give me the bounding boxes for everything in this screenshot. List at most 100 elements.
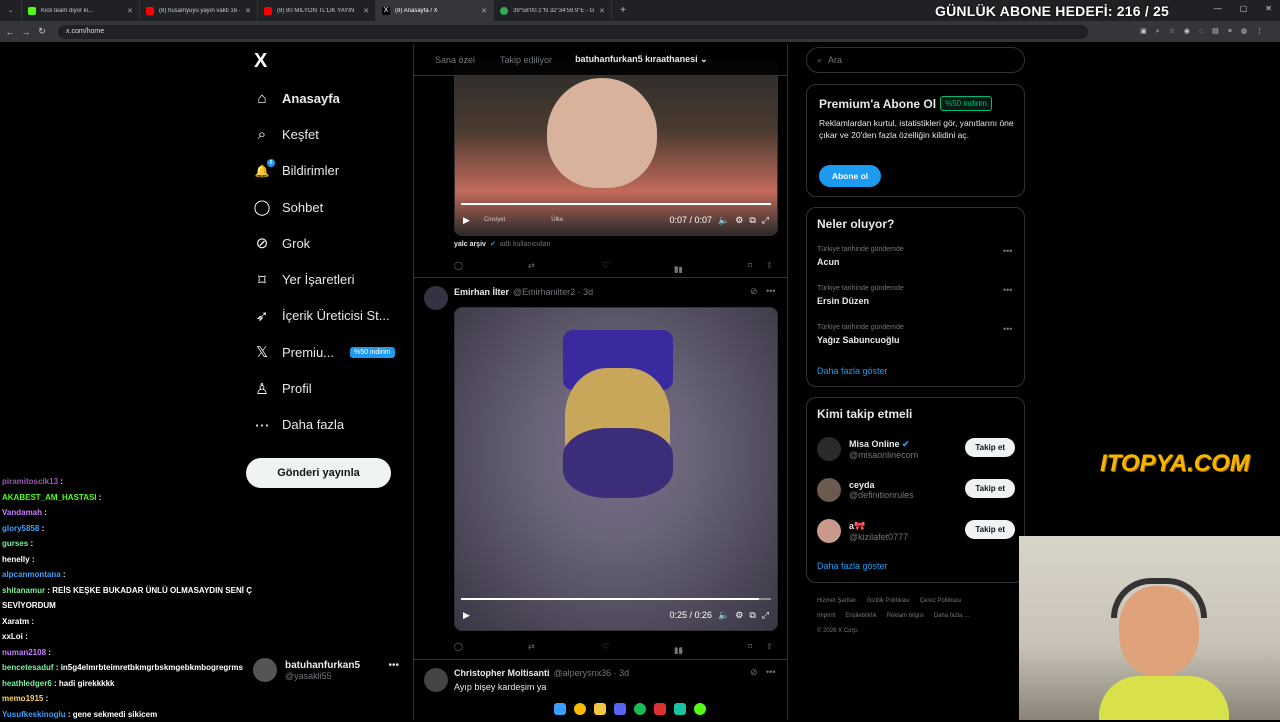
close-icon[interactable]: ✕ xyxy=(245,7,251,15)
extension-icons[interactable]: ▣⌕☆◉◌▤≡◍⋮ xyxy=(1140,27,1272,36)
search-input[interactable]: ⌕Ara xyxy=(806,47,1025,73)
follow-suggestion[interactable]: ceyda@definitionrules Takip et xyxy=(817,475,1015,505)
more-icon[interactable]: ••• xyxy=(1003,246,1012,256)
follow-button[interactable]: Takip et xyxy=(965,438,1015,457)
sidebar-item-creator-studio[interactable]: ➶İçerik Üreticisi St... xyxy=(246,298,416,334)
close-icon[interactable]: ✕ xyxy=(599,7,605,15)
tweet-video[interactable]: ▶ Cinsiyet Ülke 0:07 / 0:07 🔈 ⚙ ⧉ ⤢ xyxy=(454,60,778,236)
tweet-author-handle[interactable]: @Emirhanilter2 · 3d xyxy=(513,287,593,297)
volume-icon[interactable]: 🔈 xyxy=(718,215,729,226)
back-icon[interactable]: ← xyxy=(4,27,16,37)
chrome-icon[interactable] xyxy=(574,703,586,715)
footer-link[interactable]: Çerez Politikası xyxy=(920,598,962,604)
bookmark-icon[interactable]: ⌑ xyxy=(748,261,752,270)
close-icon[interactable]: ✕ xyxy=(127,7,133,15)
app-icon[interactable] xyxy=(674,703,686,715)
footer-link[interactable]: Erişilebilirlik xyxy=(845,613,876,619)
play-icon[interactable]: ▶ xyxy=(463,215,470,226)
settings-icon[interactable]: ⚙ xyxy=(735,215,743,226)
explorer-icon[interactable] xyxy=(594,703,606,715)
maximize-icon[interactable]: ▢ xyxy=(1240,4,1248,13)
like-icon[interactable]: ♡ xyxy=(602,642,609,651)
tab-following[interactable]: Takip ediliyor xyxy=(496,55,573,65)
retweet-icon[interactable]: ⇄ xyxy=(528,261,535,270)
sidebar-item-chat[interactable]: ◯Sohbet xyxy=(246,189,416,225)
close-window-icon[interactable]: ✕ xyxy=(1265,4,1272,13)
pip-icon[interactable]: ⧉ xyxy=(749,215,755,226)
fullscreen-icon[interactable]: ⤢ xyxy=(762,215,769,226)
account-switcher[interactable]: batuhanfurkan5 @yasakli55 ••• xyxy=(253,652,403,688)
follow-button[interactable]: Takip et xyxy=(965,520,1015,539)
close-icon[interactable]: ✕ xyxy=(481,7,487,15)
minimize-icon[interactable]: — xyxy=(1214,4,1222,13)
new-tab-button[interactable]: + xyxy=(612,0,634,21)
discord-icon[interactable] xyxy=(614,703,626,715)
show-more-link[interactable]: Daha fazla göster xyxy=(817,561,888,571)
sidebar-item-bookmarks[interactable]: ⌑Yer İşaretleri xyxy=(246,261,416,297)
bookmark-icon[interactable]: ⌑ xyxy=(748,642,752,651)
browser-tab[interactable]: 39°58'00.1"N 32°34'59.9"E - Go✕ xyxy=(494,0,612,21)
sidebar-item-notifications[interactable]: 🔔8Bildirimler xyxy=(246,153,416,189)
reload-icon[interactable]: ↻ xyxy=(36,26,48,37)
more-icon[interactable]: ••• xyxy=(1003,324,1012,334)
more-icon[interactable]: ••• xyxy=(388,660,399,671)
trend-item[interactable]: Türkiye tarihinde gündemdeAcun••• xyxy=(817,246,904,267)
sidebar-item-profile[interactable]: ♙Profil xyxy=(246,370,416,406)
x-logo[interactable]: X xyxy=(254,50,267,73)
like-icon[interactable]: ♡ xyxy=(602,261,609,270)
more-icon[interactable]: ••• xyxy=(766,286,775,296)
tweet-author-name[interactable]: Emirhan İlter xyxy=(454,287,509,297)
browser-tab[interactable]: (8) 80 MİLYON TL'LİK YAYIN✕ xyxy=(258,0,376,21)
pip-icon[interactable]: ⧉ xyxy=(749,610,755,621)
share-icon[interactable]: ⇪ xyxy=(766,261,773,270)
close-icon[interactable]: ✕ xyxy=(363,7,369,15)
sidebar-item-grok[interactable]: ⊘Grok xyxy=(246,225,416,261)
grok-icon[interactable]: ⊘ xyxy=(750,667,758,678)
avatar[interactable] xyxy=(424,668,448,692)
sidebar-item-explore[interactable]: ⌕Keşfet xyxy=(246,116,416,152)
avatar[interactable] xyxy=(424,286,448,310)
subscribe-button[interactable]: Abone ol xyxy=(819,165,881,187)
app-icon[interactable] xyxy=(694,703,706,715)
sidebar-item-premium[interactable]: 𝕏Premiu...%50 indirim xyxy=(246,334,416,370)
volume-icon[interactable]: 🔈 xyxy=(718,610,729,621)
footer-link[interactable]: Imprint xyxy=(817,613,835,619)
tab-menu[interactable]: ⌄ xyxy=(0,0,22,21)
footer-link[interactable]: Hizmet Şartları xyxy=(817,598,857,604)
follow-suggestion[interactable]: Misa Online ✔@misaonlinecom Takip et xyxy=(817,434,1015,464)
retweet-icon[interactable]: ⇄ xyxy=(528,642,535,651)
tab-for-you[interactable]: Sana özel xyxy=(414,55,496,65)
tweet-video[interactable]: ▶ 0:25 / 0:26 🔈 ⚙ ⧉ ⤢ xyxy=(454,307,778,631)
spotify-icon[interactable] xyxy=(634,703,646,715)
footer-link[interactable]: Daha fazla ... xyxy=(934,613,969,619)
fullscreen-icon[interactable]: ⤢ xyxy=(762,610,769,621)
tweet-author-handle[interactable]: @alperysnx36 · 3d xyxy=(554,668,630,678)
follow-button[interactable]: Takip et xyxy=(965,479,1015,498)
browser-tab[interactable]: Kick team diyor ki...✕ xyxy=(22,0,140,21)
forward-icon[interactable]: → xyxy=(20,27,32,37)
post-button[interactable]: Gönderi yayınla xyxy=(246,458,391,488)
sidebar-item-home[interactable]: ⌂Anasayfa xyxy=(246,80,416,116)
sidebar-item-more[interactable]: ⋯Daha fazla xyxy=(246,407,416,443)
settings-icon[interactable]: ⚙ xyxy=(735,610,743,621)
trend-item[interactable]: Türkiye tarihinde gündemdeYağız Sabuncuo… xyxy=(817,324,904,345)
tab-community[interactable]: batuhanfurkan5 kıraathanesi ⌄ xyxy=(573,54,729,65)
reply-icon[interactable]: ◯ xyxy=(454,642,463,651)
browser-tab[interactable]: (8) husamyuyu yayın vakti 16 -✕ xyxy=(140,0,258,21)
footer-link[interactable]: Gizlilik Politikası xyxy=(867,598,910,604)
url-input[interactable]: x.com/home xyxy=(58,25,1088,39)
trend-item[interactable]: Türkiye tarihinde gündemdeErsin Düzen••• xyxy=(817,285,904,306)
more-icon[interactable]: ••• xyxy=(1003,285,1012,295)
app-icon[interactable] xyxy=(654,703,666,715)
browser-tab-active[interactable]: X(8) Anasayfa / X✕ xyxy=(376,0,494,21)
follow-suggestion[interactable]: a🎀@kizilafet0777 Takip et xyxy=(817,516,1015,546)
play-icon[interactable]: ▶ xyxy=(463,610,470,621)
share-icon[interactable]: ⇪ xyxy=(766,642,773,651)
source-name[interactable]: yalc arşiv xyxy=(454,241,486,248)
start-icon[interactable] xyxy=(554,703,566,715)
more-icon[interactable]: ••• xyxy=(766,667,775,677)
tweet-author-name[interactable]: Christopher Moltisanti xyxy=(454,668,550,678)
grok-icon[interactable]: ⊘ xyxy=(750,286,758,297)
show-more-link[interactable]: Daha fazla göster xyxy=(817,366,888,376)
reply-icon[interactable]: ◯ xyxy=(454,261,463,270)
